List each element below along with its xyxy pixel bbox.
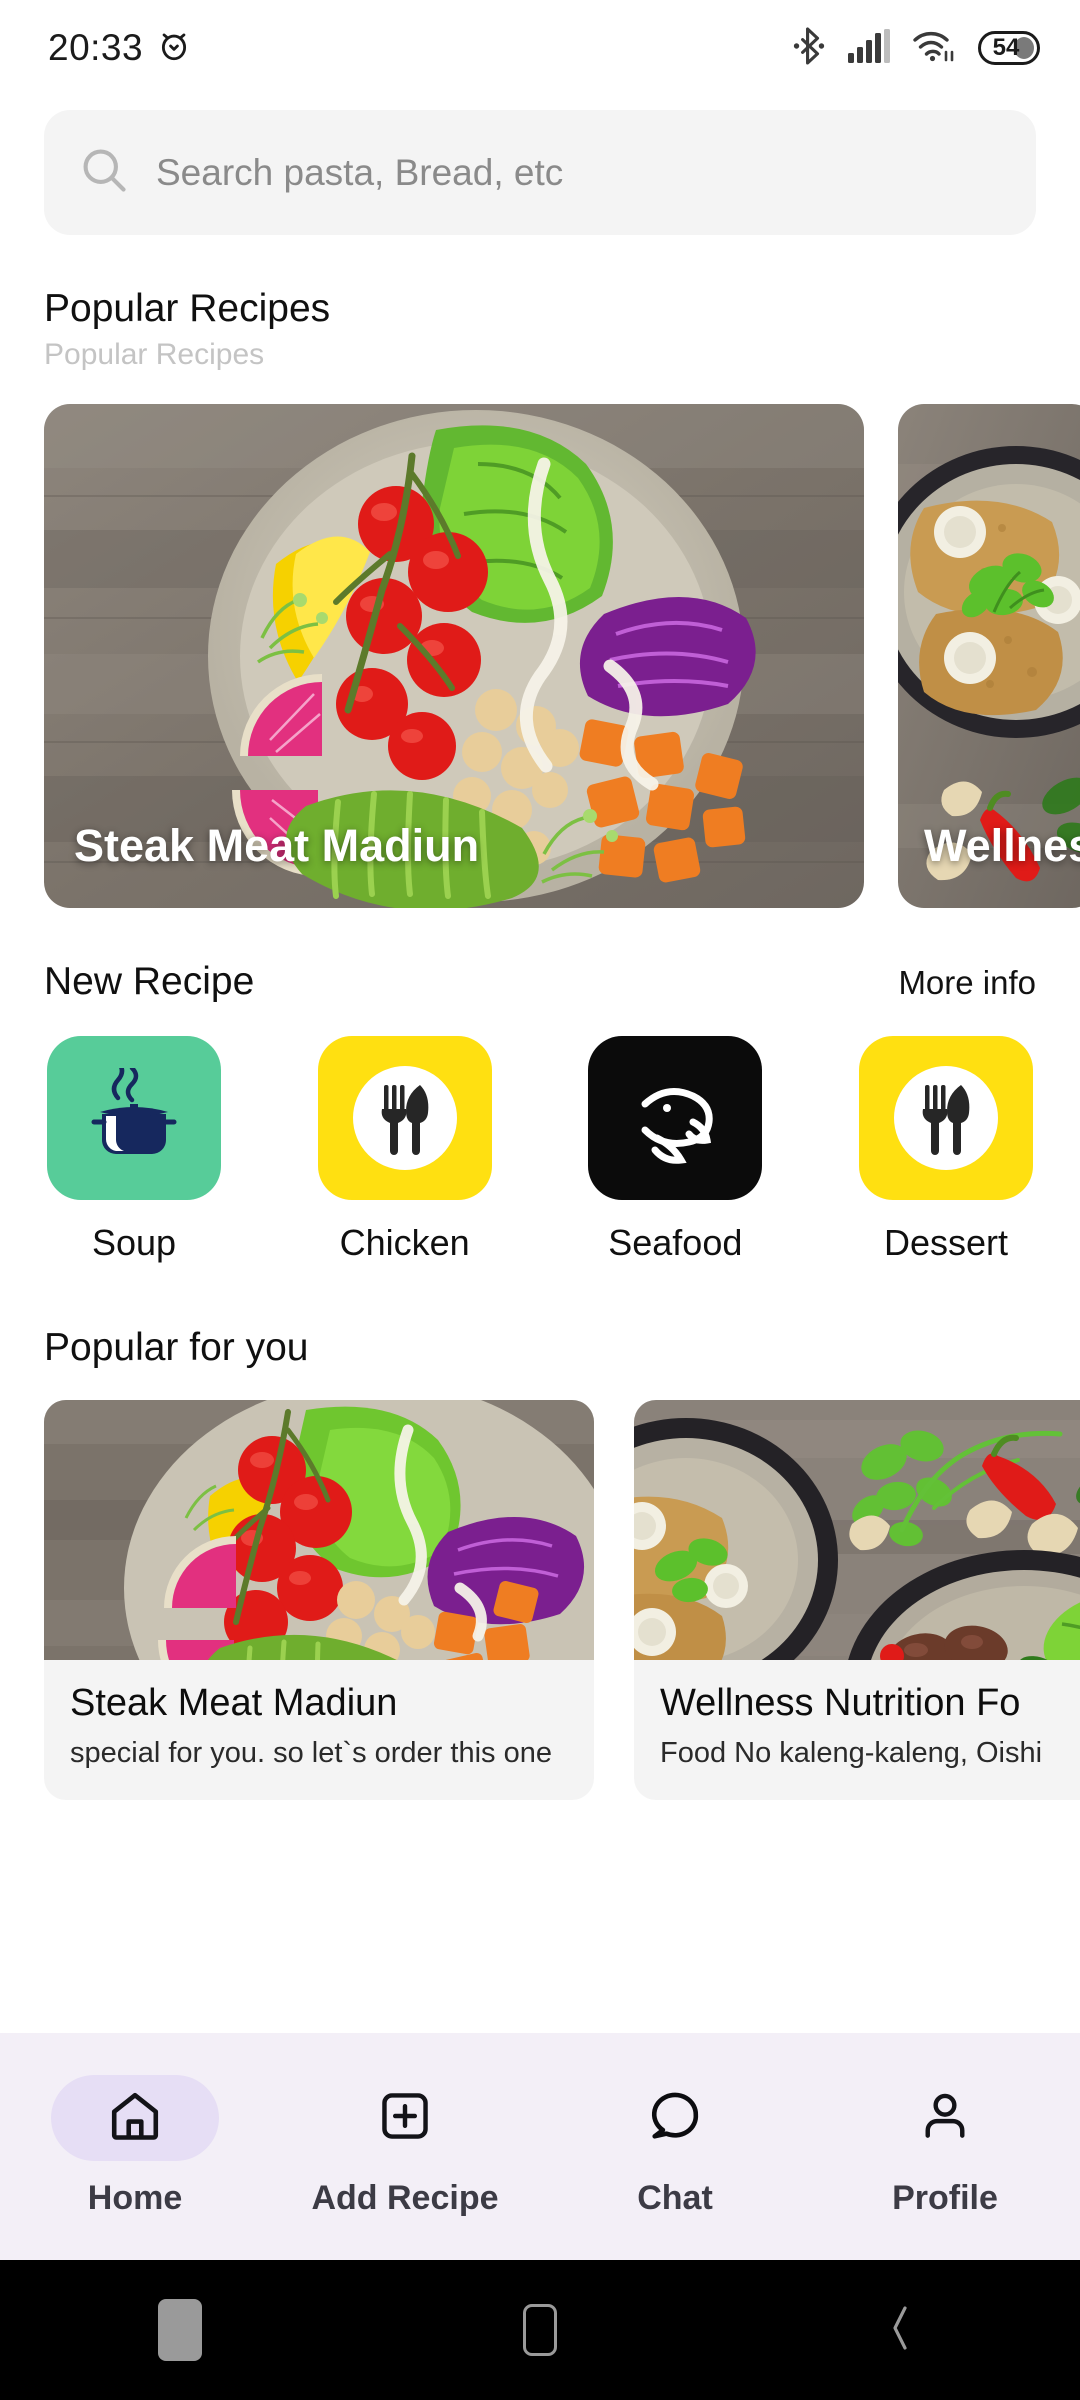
- popular-for-you-list[interactable]: Steak Meat Madiun special for you. so le…: [0, 1400, 1080, 1800]
- battery-icon: 54: [978, 31, 1040, 65]
- popular-recipes-header: Popular Recipes Popular Recipes: [0, 287, 1080, 372]
- popular-recipes-carousel[interactable]: Steak Meat Madiun: [0, 404, 1080, 908]
- hero-card-title: Steak Meat Madiun: [74, 820, 479, 872]
- list-item[interactable]: Steak Meat Madiun special for you. so le…: [44, 1400, 594, 1800]
- list-item[interactable]: Wellness Nutrition Fo Food No kaleng-kal…: [634, 1400, 1080, 1800]
- fish-icon: [623, 1064, 727, 1173]
- category-list: Soup Chicken: [0, 1036, 1080, 1264]
- nav-label: Add Recipe: [311, 2179, 498, 2218]
- category-item-seafood[interactable]: Seafood: [585, 1036, 765, 1264]
- hero-card-steak-meat-madiun[interactable]: Steak Meat Madiun: [44, 404, 864, 908]
- recents-button[interactable]: [0, 2299, 360, 2361]
- nav-label: Chat: [637, 2179, 713, 2218]
- wifi-icon: [912, 29, 956, 68]
- cellular-signal-icon: [848, 29, 890, 68]
- nav-item-profile[interactable]: Profile: [810, 2075, 1080, 2218]
- page-title: Popular Recipes: [44, 287, 1036, 331]
- nav-icon-slot[interactable]: [591, 2075, 759, 2161]
- category-tile[interactable]: [318, 1036, 492, 1200]
- popular-recipes-subtitle: Popular Recipes: [44, 338, 1036, 372]
- nav-icon-slot[interactable]: [321, 2075, 489, 2161]
- new-recipe-title: New Recipe: [44, 960, 254, 1004]
- active-tab-pill[interactable]: [51, 2075, 219, 2161]
- back-chevron-icon: [883, 2300, 917, 2361]
- home-button[interactable]: [360, 2304, 720, 2356]
- recipe-description: special for you. so let`s order this one: [70, 1737, 568, 1770]
- popular-for-you-header: Popular for you: [0, 1326, 1080, 1370]
- nav-label: Profile: [892, 2179, 998, 2218]
- person-icon: [917, 2088, 973, 2149]
- category-label: Soup: [92, 1222, 176, 1264]
- category-item-dessert[interactable]: Dessert: [856, 1036, 1036, 1264]
- battery-level-text: 54: [978, 34, 1034, 62]
- bluetooth-icon: [792, 27, 826, 70]
- search-bar[interactable]: Search pasta, Bread, etc: [44, 110, 1036, 235]
- home-icon: [106, 2087, 164, 2150]
- plus-square-icon: [377, 2088, 433, 2149]
- nav-label: Home: [88, 2179, 182, 2218]
- nav-item-home[interactable]: Home: [0, 2075, 270, 2218]
- category-tile[interactable]: [588, 1036, 762, 1200]
- search-input[interactable]: Search pasta, Bread, etc: [156, 152, 563, 194]
- category-label: Dessert: [884, 1222, 1008, 1264]
- bottom-navigation: Home Add Recipe Chat: [0, 2033, 1080, 2260]
- status-bar-right: 54: [792, 27, 1040, 70]
- soup-pot-icon: [78, 1068, 190, 1169]
- category-item-soup[interactable]: Soup: [44, 1036, 224, 1264]
- alarm-icon: [157, 29, 191, 68]
- recipe-thumbnail: [44, 1400, 594, 1660]
- new-recipe-header: New Recipe More info: [0, 960, 1080, 1004]
- category-tile[interactable]: [47, 1036, 221, 1200]
- category-item-chicken[interactable]: Chicken: [315, 1036, 495, 1264]
- recipe-title: Steak Meat Madiun: [70, 1682, 568, 1725]
- recipe-card-body: Steak Meat Madiun special for you. so le…: [44, 1660, 594, 1800]
- hero-card-title: Wellness Nutrition Food: [924, 820, 1080, 872]
- back-button[interactable]: [720, 2300, 1080, 2361]
- android-system-navigation: [0, 2260, 1080, 2400]
- popular-for-you-title: Popular for you: [44, 1326, 1036, 1370]
- search-icon: [78, 144, 130, 201]
- fork-knife-icon: [894, 1066, 998, 1170]
- category-label: Chicken: [340, 1222, 470, 1264]
- category-tile[interactable]: [859, 1036, 1033, 1200]
- nav-icon-slot[interactable]: [861, 2075, 1029, 2161]
- more-info-link[interactable]: More info: [898, 964, 1036, 1002]
- home-square-icon: [523, 2304, 557, 2356]
- category-label: Seafood: [608, 1222, 742, 1264]
- status-time: 20:33: [48, 27, 143, 69]
- status-bar-left: 20:33: [48, 27, 191, 69]
- recipe-title: Wellness Nutrition Fo: [660, 1682, 1080, 1725]
- hero-card-wellness-nutrition-food[interactable]: Wellness Nutrition Food: [898, 404, 1080, 908]
- nav-item-chat[interactable]: Chat: [540, 2075, 810, 2218]
- chat-bubble-icon: [646, 2087, 704, 2150]
- search-section: Search pasta, Bread, etc: [0, 96, 1080, 235]
- fork-knife-icon: [353, 1066, 457, 1170]
- recipe-description: Food No kaleng-kaleng, Oishi: [660, 1737, 1080, 1770]
- recipe-thumbnail: [634, 1400, 1080, 1660]
- recipe-card-body: Wellness Nutrition Fo Food No kaleng-kal…: [634, 1660, 1080, 1800]
- nav-item-add-recipe[interactable]: Add Recipe: [270, 2075, 540, 2218]
- status-bar: 20:33: [0, 0, 1080, 96]
- recents-icon: [158, 2299, 202, 2361]
